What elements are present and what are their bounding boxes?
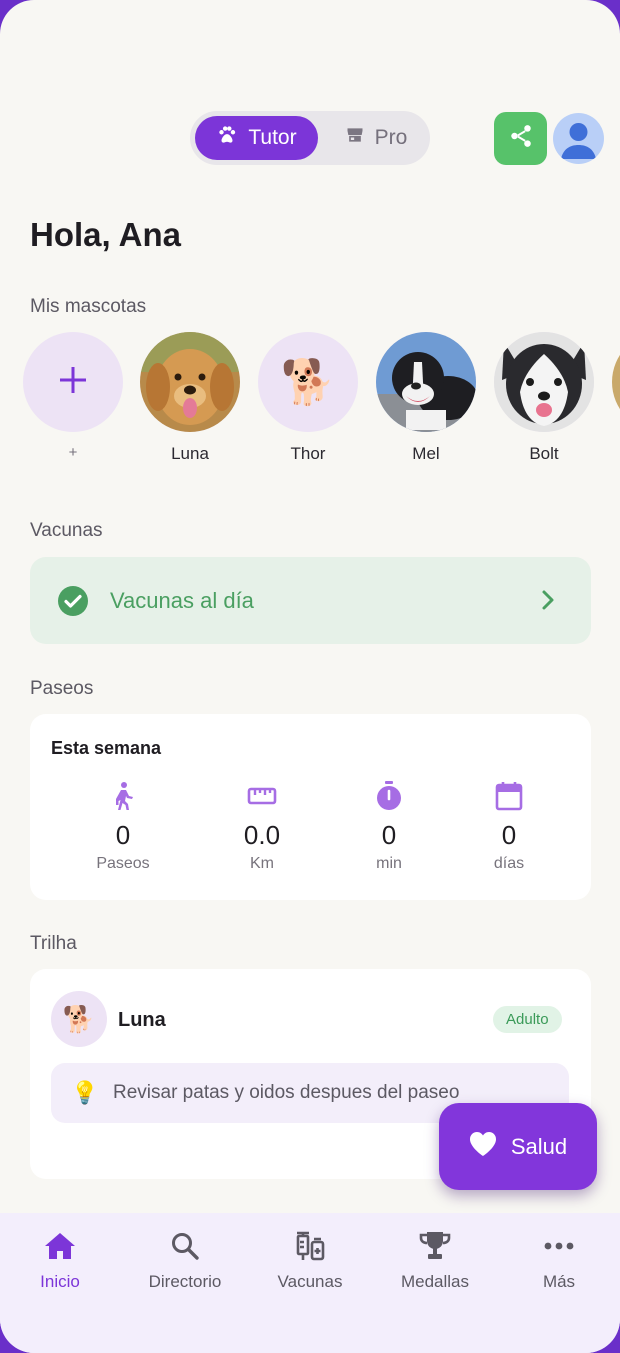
nav-item-mas[interactable]: Más <box>499 1230 619 1292</box>
nav-label: Inicio <box>40 1272 80 1291</box>
stat-value: 0 <box>115 820 131 850</box>
pet-photo-partial <box>612 332 620 432</box>
home-icon <box>0 1230 120 1262</box>
vaccines-status-text: Vacunas al día <box>110 588 254 613</box>
pet-name: Thor <box>290 444 326 463</box>
add-pet-circle <box>23 332 123 432</box>
ruler-icon <box>207 780 317 812</box>
pet-item-partial[interactable] <box>612 332 620 432</box>
walks-card-title: Esta semana <box>51 738 162 758</box>
health-fab-button[interactable]: Salud <box>439 1103 597 1190</box>
stat-value: 0.0 <box>243 820 281 850</box>
app-screen: Tutor Pro Hola, Ana Mis mascotas + Luna … <box>0 0 620 1353</box>
stat-days: 0 días <box>454 780 564 873</box>
lightbulb-icon: 💡 <box>71 1080 99 1105</box>
user-avatar[interactable] <box>553 113 604 164</box>
life-stage-badge: Adulto <box>493 1006 562 1033</box>
mode-toggle: Tutor Pro <box>190 111 430 165</box>
pet-item-bolt[interactable]: Bolt <box>494 332 594 464</box>
stat-unit: Paseos <box>96 855 150 872</box>
more-icon <box>499 1230 619 1262</box>
search-icon <box>125 1230 245 1262</box>
walks-section-label: Paseos <box>30 678 94 699</box>
vaccine-icon <box>250 1230 370 1262</box>
chevron-right-icon <box>538 589 558 616</box>
stat-distance: 0.0 Km <box>207 780 317 873</box>
share-icon <box>508 123 534 154</box>
pro-mode-button[interactable]: Pro <box>326 116 426 160</box>
timer-icon <box>334 780 444 812</box>
pet-item-thor[interactable]: 🐕 Thor <box>258 332 358 464</box>
nav-label: Vacunas <box>277 1272 343 1291</box>
pet-name: Bolt <box>529 444 559 463</box>
trail-pet-name: Luna <box>118 1009 166 1031</box>
trail-tip-text: Revisar patas y oidos despues del paseo <box>113 1082 460 1103</box>
heart-icon <box>469 1131 497 1162</box>
walk-icon <box>68 780 178 812</box>
nav-item-directorio[interactable]: Directorio <box>125 1230 245 1292</box>
tutor-mode-label: Tutor <box>248 126 297 149</box>
store-icon <box>345 125 365 151</box>
health-fab-label: Salud <box>510 1133 568 1159</box>
share-button[interactable] <box>494 112 547 165</box>
greeting-title: Hola, Ana <box>30 216 181 253</box>
nav-item-vacunas[interactable]: Vacunas <box>250 1230 370 1292</box>
nav-label: Medallas <box>400 1272 470 1291</box>
stat-value: 0 <box>501 820 517 850</box>
stat-value: 0 <box>381 820 397 850</box>
stat-unit: días <box>493 855 525 872</box>
nav-label: Directorio <box>148 1272 222 1291</box>
nav-item-medallas[interactable]: Medallas <box>375 1230 495 1292</box>
add-pet-button[interactable]: + <box>23 332 123 461</box>
stat-unit: min <box>376 855 402 872</box>
stat-time: 0 min <box>334 780 444 873</box>
pet-emoji-thor: 🐕 <box>258 332 358 432</box>
walks-card: Esta semana 0 Paseos 0.0 Km 0 min 0 días <box>30 714 591 900</box>
nav-item-inicio[interactable]: Inicio <box>0 1230 120 1292</box>
stat-walks: 0 Paseos <box>68 780 178 873</box>
plus-icon <box>58 365 88 400</box>
pet-name: Mel <box>412 444 440 463</box>
pet-name: Luna <box>171 444 209 463</box>
pro-mode-label: Pro <box>374 126 408 149</box>
pet-photo-bolt <box>494 332 594 432</box>
pets-section-label: Mis mascotas <box>30 296 147 317</box>
pet-item-mel[interactable]: Mel <box>376 332 476 464</box>
stat-unit: Km <box>250 855 274 872</box>
vaccines-section-label: Vacunas <box>30 520 103 541</box>
calendar-icon <box>454 780 564 812</box>
tutor-mode-button[interactable]: Tutor <box>195 116 318 160</box>
nav-label: Más <box>542 1272 576 1291</box>
pet-photo-mel <box>376 332 476 432</box>
trail-pet-avatar: 🐕 <box>51 991 107 1047</box>
dog-icon: 🐕 <box>280 358 336 407</box>
trophy-icon <box>375 1230 495 1262</box>
pet-photo-luna <box>140 332 240 432</box>
bottom-nav: Inicio Directorio Vacunas Medallas Más <box>0 1213 620 1353</box>
vaccines-status-card[interactable]: Vacunas al día <box>30 557 591 644</box>
check-circle-icon <box>57 585 89 622</box>
pet-item-luna[interactable]: Luna <box>140 332 240 464</box>
dog-icon: 🐕 <box>62 1003 96 1034</box>
add-pet-label: + <box>68 444 78 461</box>
trail-section-label: Trilha <box>30 933 77 954</box>
paw-icon <box>216 124 238 152</box>
